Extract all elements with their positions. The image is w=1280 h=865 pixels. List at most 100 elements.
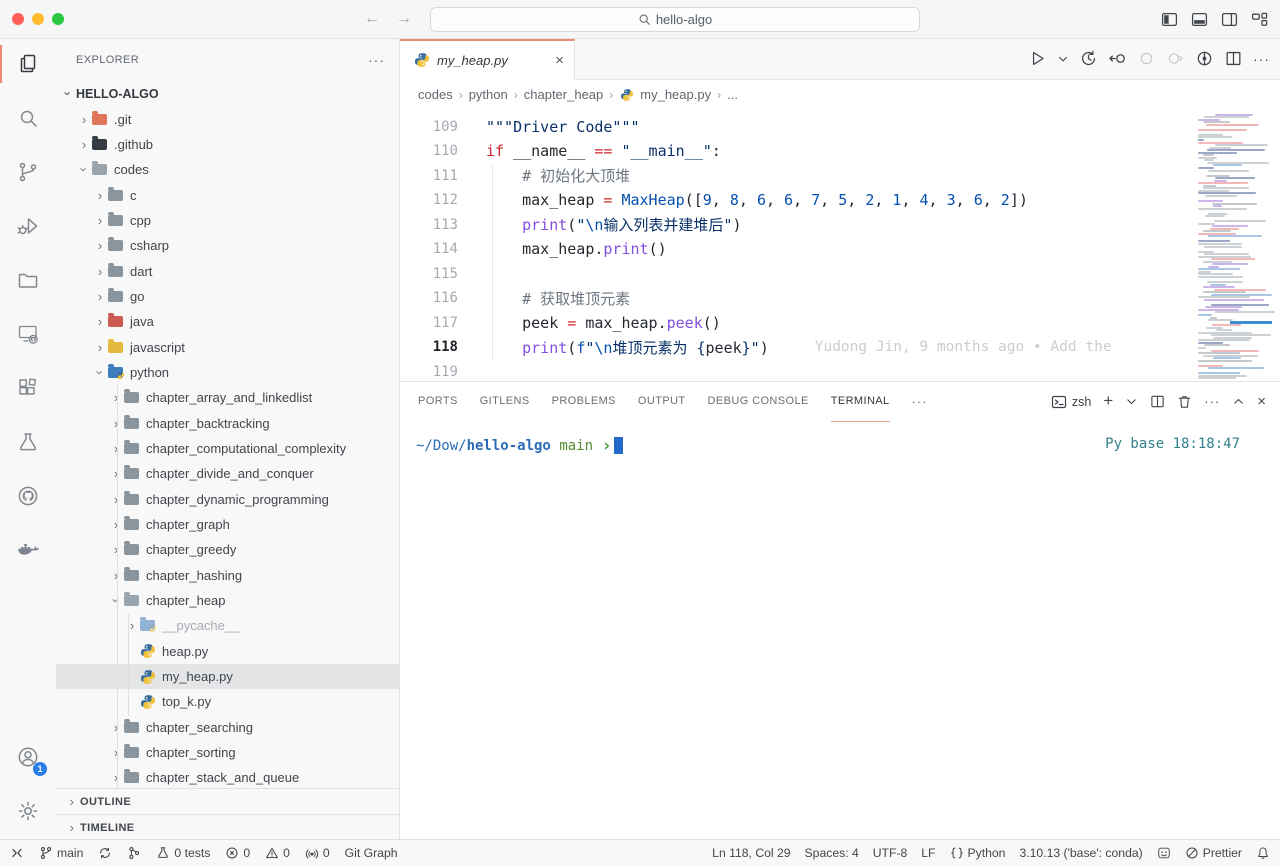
panel-more-actions-icon[interactable]: ··· [1204, 394, 1220, 409]
tree-item-chapter-greedy[interactable]: ›chapter_greedy [56, 537, 399, 562]
status-sync[interactable] [98, 846, 112, 860]
tree-item-csharp[interactable]: ›csharp [56, 233, 399, 258]
breadcrumb-item[interactable]: my_heap.py [619, 87, 711, 103]
panel-tab-ports[interactable]: PORTS [418, 381, 458, 422]
tree-item-chapter-divide-and-conquer[interactable]: ›chapter_divide_and_conquer [56, 461, 399, 486]
minimap[interactable] [1192, 110, 1280, 381]
tree-item-chapter-dynamic-programming[interactable]: ›chapter_dynamic_programming [56, 487, 399, 512]
tab-my-heap[interactable]: my_heap.py × [400, 39, 575, 80]
tab-close-icon[interactable]: × [555, 52, 564, 69]
breadcrumb-item[interactable]: ... [727, 87, 738, 102]
activity-project-manager[interactable] [0, 255, 56, 305]
code-line-112[interactable]: 112 max_heap = MaxHeap([9, 8, 6, 6, 7, 5… [400, 188, 1280, 213]
breadcrumb-item[interactable]: python [469, 87, 508, 102]
code-line-111[interactable]: 111 # 初始化大顶堆 [400, 164, 1280, 189]
tree-item-chapter-searching[interactable]: ›chapter_searching [56, 715, 399, 740]
tree-item-dart[interactable]: ›dart [56, 258, 399, 283]
tree-item--git[interactable]: ›.git [56, 106, 399, 131]
panel-tab-gitlens[interactable]: GITLENS [480, 381, 530, 422]
status-warnings[interactable]: 0 [265, 846, 290, 860]
tree-item-python[interactable]: ›python [56, 360, 399, 385]
panel-tab-terminal[interactable]: TERMINAL [831, 381, 890, 422]
status-errors[interactable]: 0 [225, 846, 250, 860]
activity-settings[interactable] [0, 786, 56, 836]
status-git-graph-icon[interactable] [127, 846, 141, 860]
tree-item-c[interactable]: ›c [56, 182, 399, 207]
commit-graph-icon[interactable] [1195, 49, 1214, 68]
tree-item-chapter-stack-and-queue[interactable]: ›chapter_stack_and_queue [56, 765, 399, 788]
activity-explorer[interactable] [0, 39, 56, 89]
gitlens-history-icon[interactable] [1079, 49, 1098, 68]
terminal-instance[interactable]: zsh [1051, 394, 1091, 410]
terminal[interactable]: ~/Dow/hello-algo main › Py base 18:18:47 [400, 422, 1280, 840]
code-editor[interactable]: 109"""Driver Code"""110if __name__ == "_… [400, 110, 1280, 381]
tree-item-go[interactable]: ›go [56, 284, 399, 309]
tree-item--pycache-[interactable]: ›__pycache__ [56, 613, 399, 638]
breadcrumb-item[interactable]: codes [418, 87, 453, 102]
command-center-search[interactable]: hello-algo [430, 7, 920, 32]
run-python-button[interactable] [1028, 49, 1047, 68]
panel-tab-debug-console[interactable]: DEBUG CONSOLE [708, 381, 809, 422]
status-python-interpreter[interactable]: 3.10.13 ('base': conda) [1019, 846, 1142, 860]
toggle-panel-icon[interactable] [1191, 11, 1208, 28]
close-panel-icon[interactable]: × [1257, 393, 1266, 410]
panel-more-tabs[interactable]: ··· [912, 381, 928, 422]
code-line-109[interactable]: 109"""Driver Code""" [400, 115, 1280, 140]
explorer-more-actions[interactable]: ··· [368, 52, 385, 68]
code-line-117[interactable]: 117 peek = max_heap.peek() [400, 311, 1280, 336]
activity-source-control[interactable] [0, 147, 56, 197]
activity-run-debug[interactable] [0, 201, 56, 251]
status-notifications[interactable] [1256, 846, 1270, 860]
panel-tab-problems[interactable]: PROBLEMS [552, 381, 616, 422]
panel-tab-output[interactable]: OUTPUT [638, 381, 686, 422]
activity-github[interactable] [0, 471, 56, 521]
status-language-mode[interactable]: Python [950, 846, 1006, 860]
open-changes-icon[interactable] [1108, 49, 1127, 68]
breadcrumb-item[interactable]: chapter_heap [524, 87, 604, 102]
status-cursor-position[interactable]: Ln 118, Col 29 [712, 846, 790, 860]
code-line-115[interactable]: 115 [400, 262, 1280, 287]
activity-docker[interactable] [0, 525, 56, 575]
activity-extensions[interactable] [0, 363, 56, 413]
prev-change-icon[interactable] [1137, 49, 1156, 68]
section-outline[interactable]: ›OUTLINE [56, 788, 399, 814]
close-window-button[interactable] [12, 13, 24, 25]
tree-item-top-k-py[interactable]: top_k.py [56, 689, 399, 714]
status-encoding[interactable]: UTF-8 [873, 846, 908, 860]
status-prettier[interactable]: Prettier [1185, 846, 1242, 860]
terminal-profile-dropdown-icon[interactable] [1125, 395, 1138, 408]
tree-item-chapter-heap[interactable]: ›chapter_heap [56, 588, 399, 613]
tree-item-chapter-array-and-linkedlist[interactable]: ›chapter_array_and_linkedlist [56, 385, 399, 410]
activity-testing[interactable] [0, 417, 56, 467]
code-line-113[interactable]: 113 print("\n输入列表并建堆后") [400, 213, 1280, 238]
status-remote[interactable] [10, 846, 24, 860]
tree-item-chapter-hashing[interactable]: ›chapter_hashing [56, 563, 399, 588]
new-terminal-button[interactable]: + [1103, 391, 1113, 411]
status-branch[interactable]: main [39, 846, 83, 860]
status-eol[interactable]: LF [921, 846, 935, 860]
tree-item-javascript[interactable]: ›javascript [56, 334, 399, 359]
toggle-secondary-sidebar-icon[interactable] [1221, 11, 1238, 28]
code-line-116[interactable]: 116 # 获取堆顶元素 [400, 286, 1280, 311]
kill-terminal-icon[interactable] [1177, 394, 1192, 409]
status-feedback-broadcast[interactable]: 0 [305, 846, 330, 860]
activity-accounts[interactable]: 1 [0, 732, 56, 782]
tree-item-chapter-sorting[interactable]: ›chapter_sorting [56, 740, 399, 765]
tree-item--github[interactable]: ›.github [56, 132, 399, 157]
customize-layout-icon[interactable] [1251, 11, 1268, 28]
more-actions-icon[interactable]: ··· [1253, 51, 1270, 67]
tree-item-cpp[interactable]: ›cpp [56, 208, 399, 233]
code-line-119[interactable]: 119 [400, 360, 1280, 381]
activity-search[interactable] [0, 93, 56, 143]
tree-item-chapter-graph[interactable]: ›chapter_graph [56, 512, 399, 537]
next-change-icon[interactable] [1166, 49, 1185, 68]
status-indentation[interactable]: Spaces: 4 [805, 846, 859, 860]
tree-item-my-heap-py[interactable]: my_heap.py [56, 664, 399, 689]
tree-item-chapter-computational-complexity[interactable]: ›chapter_computational_complexity [56, 436, 399, 461]
maximize-panel-icon[interactable] [1232, 395, 1245, 408]
code-line-114[interactable]: 114 max_heap.print() [400, 237, 1280, 262]
tree-item-java[interactable]: ›java [56, 309, 399, 334]
activity-remote-explorer[interactable] [0, 309, 56, 359]
section-timeline[interactable]: ›TIMELINE [56, 814, 399, 840]
minimize-window-button[interactable] [32, 13, 44, 25]
